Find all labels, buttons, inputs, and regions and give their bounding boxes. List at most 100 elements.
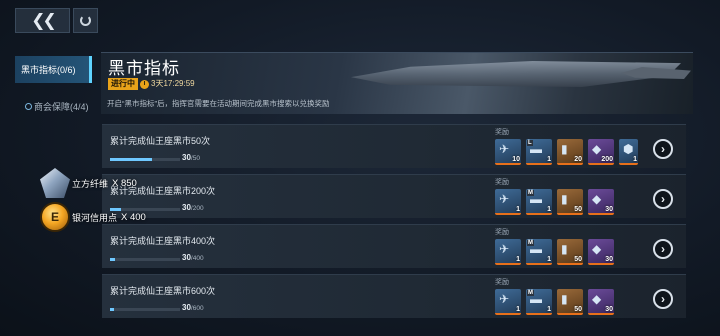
currency-popup-cube-fiber: 立方纤维 X 850 <box>40 168 137 198</box>
rewards-label: 奖励 <box>495 179 509 186</box>
reward-count: 1 <box>516 306 520 313</box>
reward-item[interactable]: ▮ 50 <box>557 189 583 215</box>
sidebar-item-black-market-index[interactable]: 黑市指标(0/6) <box>15 56 92 83</box>
reward-count: 1 <box>547 156 551 163</box>
crate-icon: ▮ <box>561 142 568 156</box>
progress-total: /200 <box>190 205 204 212</box>
cube-fiber-icon <box>40 168 70 198</box>
clock-icon <box>140 79 149 89</box>
crystal-icon: ◆ <box>592 142 602 156</box>
reward-item[interactable]: ✈ 1 <box>495 239 521 265</box>
reward-count: 50 <box>574 306 582 313</box>
task-row: 累计完成仙王座黑市400次 30/400 奖励 ✈ 1 ▬ M 1 ▮ 50 ◆ 30 › <box>102 224 686 268</box>
reward-item[interactable]: ✈ 1 <box>495 289 521 315</box>
progress-text: 30/600 <box>182 303 204 312</box>
task-row: 累计完成仙王座黑市50次 30/50 奖励 ✈ 10 ▬ L 1 ▮ 20 ◆ 200 ⬢ 1 › <box>102 124 686 168</box>
currency-amount: X 400 <box>121 211 146 223</box>
reward-count: 1 <box>547 306 551 313</box>
reward-count: 50 <box>574 206 582 213</box>
reward-item[interactable]: ⬢ 1 <box>619 139 638 165</box>
module-icon: ⬢ <box>623 142 634 156</box>
currency-name: 立方纤维 <box>72 178 109 189</box>
chevron-right-icon: › <box>661 192 665 206</box>
ship-part-icon: ✈ <box>499 142 510 156</box>
reward-count: 200 <box>601 156 613 163</box>
reward-count: 30 <box>605 306 613 313</box>
reward-tier-tag: M <box>527 240 534 246</box>
go-button[interactable]: › <box>653 289 673 309</box>
page-title: 黑市指标 <box>108 59 180 78</box>
currency-amount: X 850 <box>112 177 137 189</box>
sidebar-item-chamber-guarantee[interactable]: 商会保障(4/4) <box>15 93 92 120</box>
reward-count: 20 <box>574 156 582 163</box>
chevron-right-icon: › <box>661 142 665 156</box>
progress-current: 30 <box>182 253 191 262</box>
reward-item[interactable]: ✈ 10 <box>495 139 521 165</box>
reward-item[interactable]: ◆ 200 <box>588 139 614 165</box>
reward-item[interactable]: ✈ 1 <box>495 189 521 215</box>
progress-bar <box>110 308 180 311</box>
status-badge: 进行中 <box>108 78 138 90</box>
event-description: 开启“黑市指标”后，指挥官需要在活动期间完成黑市搜索以兑换奖励 <box>107 99 330 108</box>
reward-item[interactable]: ◆ 30 <box>588 289 614 315</box>
sidebar-item-label: 商会保障(4/4) <box>34 102 89 112</box>
reward-count: 30 <box>605 206 613 213</box>
progress-total: /400 <box>190 255 204 262</box>
reward-item[interactable]: ▮ 50 <box>557 239 583 265</box>
reward-item[interactable]: ▮ 20 <box>557 139 583 165</box>
progress-current: 30 <box>182 303 191 312</box>
reward-tier-tag: L <box>527 140 533 146</box>
task-title: 累计完成仙王座黑市600次 <box>110 286 216 296</box>
progress-fill <box>110 158 152 161</box>
rewards-label: 奖励 <box>495 279 509 286</box>
go-button[interactable]: › <box>653 139 673 159</box>
progress-fill <box>110 308 114 311</box>
progress-total: /600 <box>190 305 204 312</box>
galaxy-credit-icon: E <box>40 202 70 232</box>
go-button[interactable]: › <box>653 239 673 259</box>
progress-text: 30/400 <box>182 253 204 262</box>
countdown-timer: 3天17:29:59 <box>140 78 195 90</box>
refresh-icon <box>80 15 91 26</box>
reward-item[interactable]: ▮ 50 <box>557 289 583 315</box>
reward-item[interactable]: ▬ L 1 <box>526 139 552 165</box>
rewards-label: 奖励 <box>495 229 509 236</box>
crystal-icon: ◆ <box>592 242 602 256</box>
task-title: 累计完成仙王座黑市400次 <box>110 236 216 246</box>
reward-item[interactable]: ▬ M 1 <box>526 239 552 265</box>
progress-text: 30/50 <box>182 153 200 162</box>
back-button[interactable]: ❮❮ <box>15 8 70 33</box>
task-row: 累计完成仙王座黑市200次 30/200 奖励 ✈ 1 ▬ M 1 ▮ 50 ◆ 30 › <box>102 174 686 218</box>
reward-count: 1 <box>633 156 637 163</box>
reward-count: 30 <box>605 256 613 263</box>
ship-part-icon: ✈ <box>499 242 510 256</box>
timer-text: 3天17:29:59 <box>151 79 195 88</box>
task-title: 累计完成仙王座黑市50次 <box>110 136 211 146</box>
progress-text: 30/200 <box>182 203 204 212</box>
progress-current: 30 <box>182 203 191 212</box>
progress-bar <box>110 258 180 261</box>
go-button[interactable]: › <box>653 189 673 209</box>
crate-icon: ▮ <box>561 192 568 206</box>
ship-part-icon: ✈ <box>499 292 510 306</box>
double-chevron-left-icon: ❮❮ <box>31 10 56 30</box>
reward-count: 1 <box>516 256 520 263</box>
chevron-right-icon: › <box>661 242 665 256</box>
reward-item[interactable]: ◆ 30 <box>588 239 614 265</box>
crystal-icon: ◆ <box>592 192 602 206</box>
ship-part-icon: ✈ <box>499 192 510 206</box>
rewards-label: 奖励 <box>495 129 509 136</box>
crystal-icon: ◆ <box>592 292 602 306</box>
reward-count: 1 <box>547 206 551 213</box>
progress-total: /50 <box>190 155 200 162</box>
reward-item[interactable]: ◆ 30 <box>588 189 614 215</box>
sidebar-item-label: 黑市指标(0/6) <box>21 65 76 75</box>
reward-item[interactable]: ▬ M 1 <box>526 289 552 315</box>
reward-count: 1 <box>547 256 551 263</box>
reward-count: 1 <box>516 206 520 213</box>
reward-count: 10 <box>512 156 520 163</box>
refresh-button[interactable] <box>73 8 98 33</box>
crate-icon: ▮ <box>561 292 568 306</box>
reward-item[interactable]: ▬ M 1 <box>526 189 552 215</box>
progress-fill <box>110 258 116 261</box>
